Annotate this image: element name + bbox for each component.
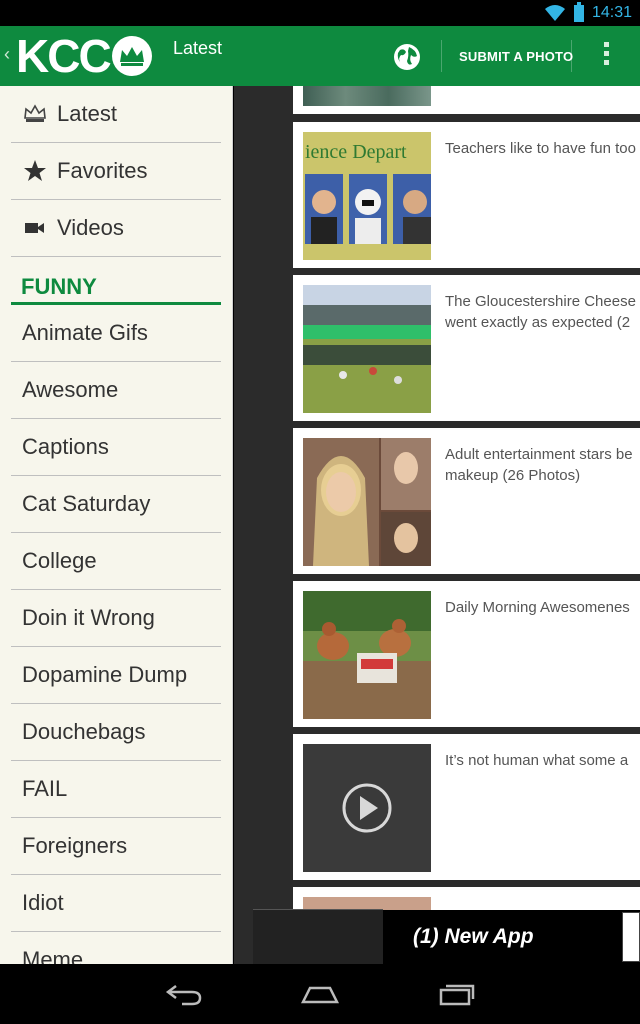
category-label: College <box>22 548 97 573</box>
category-label: Awesome <box>22 377 119 402</box>
logo-text: KCC <box>16 30 112 82</box>
category-label: Doin it Wrong <box>22 605 155 630</box>
recent-apps-icon[interactable] <box>437 980 477 1008</box>
category-item[interactable]: College <box>11 533 221 590</box>
category-label: Foreigners <box>22 833 128 858</box>
system-nav-bar <box>0 964 640 1024</box>
page-title: Latest <box>173 38 223 58</box>
category-label: Douchebags <box>22 719 146 744</box>
feed-card-partial[interactable] <box>293 86 640 114</box>
thumbnail-image <box>303 285 431 413</box>
category-item[interactable]: Captions <box>11 419 221 476</box>
divider <box>441 40 442 72</box>
app-logo[interactable]: KCC <box>16 30 152 82</box>
drawer-item-favorites[interactable]: Favorites <box>11 143 221 200</box>
category-label: FAIL <box>22 776 68 801</box>
action-bar: ‹ KCC Latest SUBMIT A PHOTO <box>0 26 640 86</box>
category-label: Meme <box>22 947 84 964</box>
category-item[interactable]: FAIL <box>11 761 221 818</box>
thumbnail-image <box>303 591 431 719</box>
ad-text: (1) New App <box>413 925 534 948</box>
overflow-menu-icon[interactable] <box>600 42 612 72</box>
drawer-item-latest[interactable]: Latest <box>11 86 221 143</box>
category-label: Animate Gifs <box>22 320 148 345</box>
feed-card[interactable]: Adult entertainment stars be makeup (26 … <box>293 428 640 574</box>
category-label: Dopamine Dump <box>22 662 188 687</box>
ad-banner[interactable]: (1) New App <box>383 910 640 964</box>
wifi-icon <box>545 5 565 21</box>
feed-card[interactable]: Daily Morning Awesomenes <box>293 581 640 727</box>
battery-icon <box>574 2 584 22</box>
category-item[interactable]: Foreigners <box>11 818 221 875</box>
feed-card-title: Adult entertainment stars be makeup (26 … <box>445 446 633 484</box>
thumbnail-image <box>303 86 431 106</box>
category-label: Captions <box>22 434 109 459</box>
status-bar: 14:31 <box>0 0 640 26</box>
category-item[interactable]: Dopamine Dump <box>11 647 221 704</box>
submit-photo-button[interactable]: SUBMIT A PHOTO <box>459 49 573 64</box>
content-feed: ience Depart Teachers like to have fun t… <box>234 86 640 964</box>
video-camera-icon <box>21 214 49 242</box>
home-icon[interactable] <box>300 980 340 1008</box>
back-icon[interactable] <box>164 980 204 1008</box>
playing-card-image <box>622 912 640 962</box>
category-item[interactable]: Cat Saturday <box>11 476 221 533</box>
divider <box>571 40 572 72</box>
ad-banner-strip <box>253 909 383 964</box>
play-icon <box>303 744 431 872</box>
svg-text:ience Depart: ience Depart <box>305 141 407 163</box>
navigation-drawer: Latest Favorites Videos FUNNY Animate Gi… <box>0 86 233 964</box>
feed-card[interactable]: The Gloucestershire Cheese went exactly … <box>293 275 640 421</box>
clock: 14:31 <box>591 4 632 21</box>
feed-card[interactable]: ience Depart Teachers like to have fun t… <box>293 122 640 268</box>
category-item[interactable]: Animate Gifs <box>11 305 221 362</box>
feed-card[interactable]: It’s not human what some a <box>293 734 640 880</box>
drawer-item-videos[interactable]: Videos <box>11 200 221 257</box>
category-item[interactable]: Meme <box>11 932 221 964</box>
category-item[interactable]: Idiot <box>11 875 221 932</box>
thumbnail-image <box>303 438 431 566</box>
drawer-item-label: Latest <box>57 101 117 126</box>
category-label: Idiot <box>22 890 64 915</box>
feed-card-title: Daily Morning Awesomenes <box>445 599 630 616</box>
video-thumbnail <box>303 744 431 872</box>
category-label: Cat Saturday <box>22 491 151 516</box>
drawer-item-label: Videos <box>57 215 124 240</box>
category-item[interactable]: Douchebags <box>11 704 221 761</box>
feed-card-title: The Gloucestershire Cheese went exactly … <box>445 293 636 331</box>
feed-card-title: Teachers like to have fun too <box>445 140 636 157</box>
section-header-funny: FUNNY <box>11 257 221 305</box>
category-item[interactable]: Awesome <box>11 362 221 419</box>
drawer-item-label: Favorites <box>57 158 148 183</box>
star-icon <box>21 157 49 185</box>
feed-card-title: It’s not human what some a <box>445 752 629 769</box>
section-title: FUNNY <box>21 274 97 299</box>
category-item[interactable]: Doin it Wrong <box>11 590 221 647</box>
thumbnail-image: ience Depart <box>303 132 431 260</box>
globe-icon[interactable] <box>392 42 422 72</box>
crown-icon <box>21 100 49 128</box>
crown-logo-icon <box>111 36 152 76</box>
up-chevron-icon[interactable]: ‹ <box>4 44 10 65</box>
